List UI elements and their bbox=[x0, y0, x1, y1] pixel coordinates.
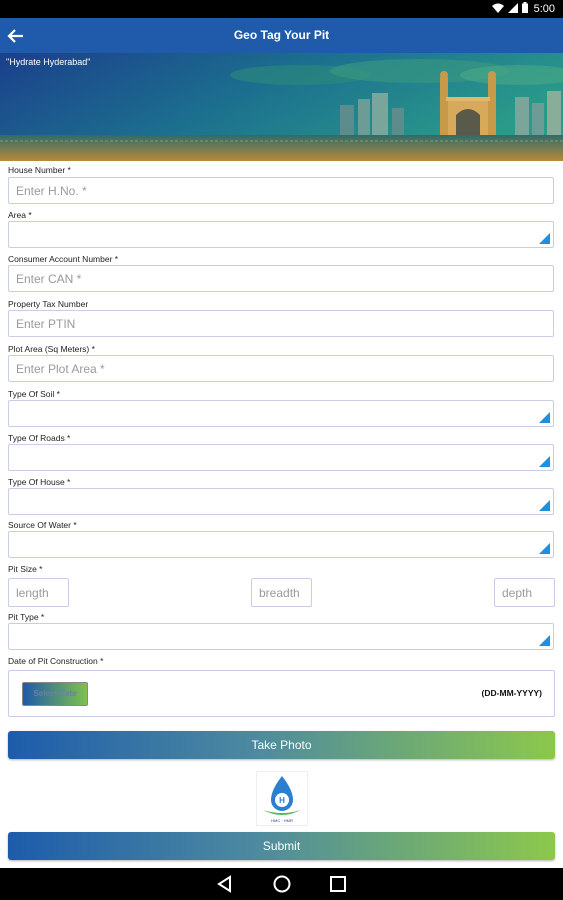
can-placeholder: Enter CAN * bbox=[16, 272, 82, 286]
can-label: Consumer Account Number * bbox=[8, 254, 119, 264]
dropdown-arrow-icon bbox=[539, 233, 550, 244]
logo-caption: HMC · HMR bbox=[271, 818, 293, 823]
plot-area-label: Plot Area (Sq Meters) * bbox=[8, 344, 95, 354]
pit-length-placeholder: length bbox=[16, 586, 49, 600]
water-source-label: Source Of Water * bbox=[8, 520, 77, 530]
dropdown-arrow-icon bbox=[539, 456, 550, 467]
pit-type-label: Pit Type * bbox=[8, 612, 45, 622]
status-bar: 5:00 bbox=[0, 0, 563, 18]
pit-breadth-input[interactable]: breadth bbox=[251, 578, 312, 607]
svg-text:H: H bbox=[279, 796, 285, 805]
pit-depth-input[interactable]: depth bbox=[494, 578, 555, 607]
nav-home-icon[interactable] bbox=[272, 874, 292, 894]
system-nav-bar bbox=[0, 868, 563, 900]
house-number-label: House Number * bbox=[8, 165, 71, 175]
ptin-input[interactable]: Enter PTIN bbox=[8, 310, 554, 337]
date-format-hint: (DD-MM-YYYY) bbox=[481, 688, 542, 698]
pit-depth-placeholder: depth bbox=[502, 586, 533, 600]
submit-button[interactable]: Submit bbox=[8, 832, 555, 860]
soil-type-label: Type Of Soil * bbox=[8, 389, 60, 399]
plot-area-placeholder: Enter Plot Area * bbox=[16, 362, 105, 376]
soil-type-dropdown[interactable] bbox=[8, 400, 554, 427]
roads-type-label: Type Of Roads * bbox=[8, 433, 71, 443]
nav-recents-icon[interactable] bbox=[328, 874, 348, 894]
house-number-input[interactable]: Enter H.No. * bbox=[8, 177, 554, 204]
dropdown-arrow-icon bbox=[539, 500, 550, 511]
plot-area-input[interactable]: Enter Plot Area * bbox=[8, 355, 554, 382]
pit-length-input[interactable]: length bbox=[8, 578, 69, 607]
construction-date-box: Select Date (DD-MM-YYYY) bbox=[8, 670, 555, 717]
construction-date-label: Date of Pit Construction * bbox=[8, 656, 104, 666]
header-banner: "Hydrate Hyderabad" bbox=[0, 53, 563, 161]
signal-icon bbox=[507, 2, 518, 16]
pit-breadth-placeholder: breadth bbox=[259, 586, 300, 600]
ptin-label: Property Tax Number bbox=[8, 299, 89, 309]
pit-size-label: Pit Size * bbox=[8, 564, 43, 574]
roads-type-dropdown[interactable] bbox=[8, 444, 554, 471]
hmwssb-logo: H HMC · HMR bbox=[256, 771, 308, 826]
water-source-dropdown[interactable] bbox=[8, 531, 554, 558]
nav-back-icon[interactable] bbox=[215, 874, 235, 894]
dropdown-arrow-icon bbox=[539, 412, 550, 423]
take-photo-button[interactable]: Take Photo bbox=[8, 731, 555, 759]
dropdown-arrow-icon bbox=[539, 543, 550, 554]
area-label: Area * bbox=[8, 210, 32, 220]
select-date-button[interactable]: Select Date bbox=[22, 682, 88, 706]
house-number-placeholder: Enter H.No. * bbox=[16, 184, 87, 198]
pit-type-dropdown[interactable] bbox=[8, 623, 554, 650]
battery-icon bbox=[521, 2, 528, 16]
can-input[interactable]: Enter CAN * bbox=[8, 265, 554, 292]
app-bar: Geo Tag Your Pit bbox=[0, 18, 563, 53]
select-date-label: Select Date bbox=[33, 689, 77, 698]
dropdown-arrow-icon bbox=[539, 635, 550, 646]
ptin-placeholder: Enter PTIN bbox=[16, 317, 76, 331]
house-type-label: Type Of House * bbox=[8, 477, 71, 487]
page-title: Geo Tag Your Pit bbox=[233, 28, 330, 42]
banner-slogan: "Hydrate Hyderabad" bbox=[6, 57, 91, 67]
city-skyline-illustration bbox=[0, 53, 563, 161]
wifi-icon bbox=[491, 3, 504, 16]
house-type-dropdown[interactable] bbox=[8, 488, 554, 515]
area-dropdown[interactable] bbox=[8, 221, 554, 248]
status-time: 5:00 bbox=[533, 3, 555, 15]
